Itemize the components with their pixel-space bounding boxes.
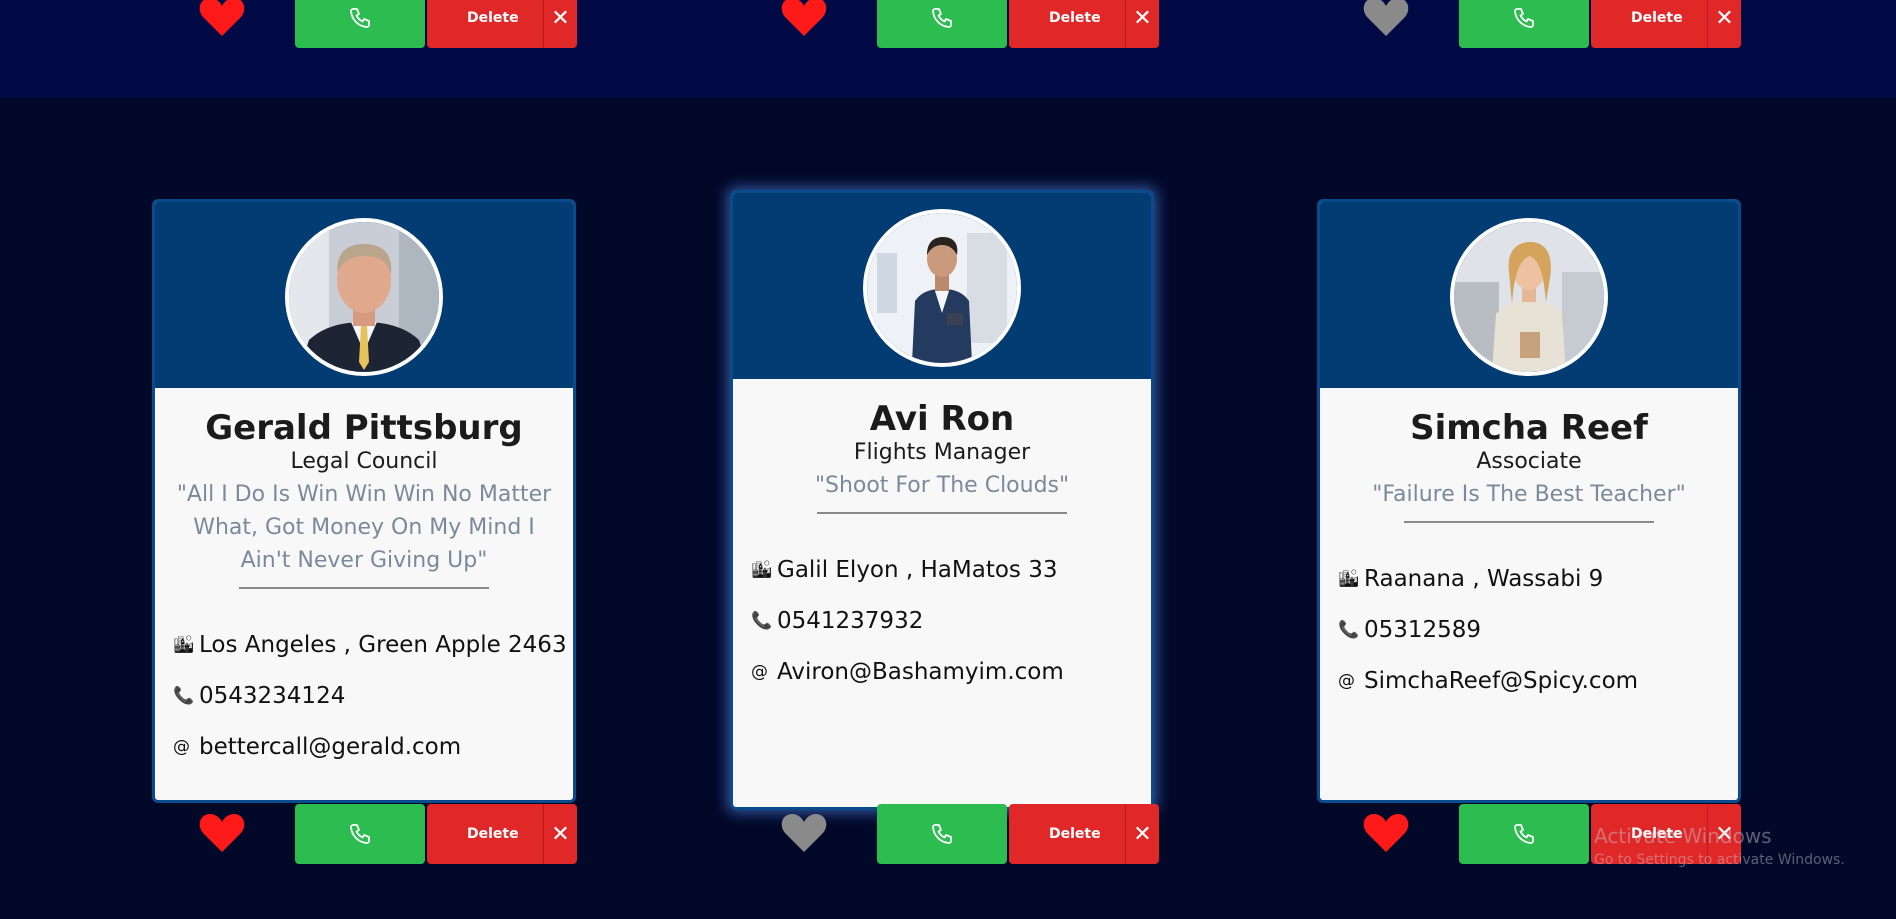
- call-button[interactable]: [877, 804, 1007, 864]
- at-icon: @: [173, 736, 190, 757]
- email-text: SimchaReef@Spicy.com: [1364, 667, 1639, 694]
- delete-button[interactable]: Delete ✕: [1591, 0, 1741, 48]
- contact-card[interactable]: Gerald Pittsburg Legal Council "All I Do…: [152, 199, 576, 803]
- contact-quote: "Shoot For The Clouds": [814, 473, 1070, 498]
- address-row: 🏙 Los Angeles , Green Apple 2463: [173, 619, 573, 670]
- phone-row: 📞 0543234124: [173, 670, 573, 721]
- at-icon: @: [1338, 670, 1355, 691]
- contact-title: Flights Manager: [853, 440, 1031, 465]
- card-actions-2: Delete ✕: [780, 804, 1160, 864]
- avatar: [1450, 218, 1608, 376]
- address-text: Galil Elyon , HaMatos 33: [777, 556, 1058, 583]
- contact-title: Legal Council: [290, 449, 438, 474]
- delete-button[interactable]: Delete ✕: [1009, 804, 1159, 864]
- call-button[interactable]: [1459, 0, 1589, 48]
- avatar-photo: [289, 222, 439, 372]
- close-icon[interactable]: ✕: [1707, 0, 1741, 48]
- phone-text: 0543234124: [199, 682, 346, 709]
- address-row: 🏙 Galil Elyon , HaMatos 33: [751, 544, 1151, 595]
- address-row: 🏙 Raanana , Wassabi 9: [1338, 553, 1738, 604]
- card-header: [1320, 202, 1738, 388]
- contact-name: Simcha Reef: [1410, 408, 1648, 448]
- avatar-photo: [1454, 222, 1604, 372]
- phone-icon: [350, 8, 370, 28]
- phone-row: 📞 05312589: [1338, 604, 1738, 655]
- address-text: Raanana , Wassabi 9: [1364, 565, 1604, 592]
- card-actions-1: Delete ✕: [198, 804, 578, 864]
- call-button[interactable]: [1459, 804, 1589, 864]
- card-header: [155, 202, 573, 388]
- close-icon[interactable]: ✕: [543, 0, 577, 48]
- watermark-subtitle: Go to Settings to activate Windows.: [1594, 852, 1845, 868]
- email-row: @ bettercall@gerald.com: [173, 721, 573, 772]
- phone-text: 0541237932: [777, 607, 924, 634]
- contact-details: 🏙 Galil Elyon , HaMatos 33 📞 0541237932 …: [733, 514, 1151, 697]
- heart-icon[interactable]: [198, 810, 246, 854]
- card-body: Simcha Reef Associate "Failure Is The Be…: [1320, 388, 1738, 523]
- contact-card[interactable]: Avi Ron Flights Manager "Shoot For The C…: [730, 190, 1154, 810]
- heart-icon[interactable]: [780, 810, 828, 854]
- phone-row: 📞 0541237932: [751, 595, 1151, 646]
- avatar-photo: [867, 213, 1017, 363]
- at-icon: @: [751, 661, 768, 682]
- contact-name: Avi Ron: [869, 399, 1015, 439]
- delete-button[interactable]: Delete ✕: [427, 804, 577, 864]
- heart-icon[interactable]: [198, 0, 246, 38]
- windows-activation-watermark: Activate Windows Go to Settings to activ…: [1594, 824, 1845, 868]
- contact-quote: "All I Do Is Win Win Win No Matter What,…: [176, 482, 552, 573]
- close-icon[interactable]: ✕: [543, 804, 577, 864]
- call-button[interactable]: [877, 0, 1007, 48]
- phone-icon: [932, 8, 952, 28]
- phone-icon: 📞: [1338, 619, 1360, 640]
- top-actions-2: Delete ✕: [780, 0, 1160, 48]
- card-body: Avi Ron Flights Manager "Shoot For The C…: [733, 379, 1151, 514]
- contact-quote: "Failure Is The Best Teacher": [1372, 482, 1686, 507]
- building-icon: 🏙: [751, 559, 773, 580]
- email-text: Aviron@Bashamyim.com: [777, 658, 1064, 685]
- contact-card[interactable]: Simcha Reef Associate "Failure Is The Be…: [1317, 199, 1741, 803]
- heart-icon[interactable]: [1362, 810, 1410, 854]
- delete-button[interactable]: Delete ✕: [427, 0, 577, 48]
- building-icon: 🏙: [173, 634, 195, 655]
- contact-details: 🏙 Raanana , Wassabi 9 📞 05312589 @ Simch…: [1320, 523, 1738, 706]
- phone-icon: [932, 824, 952, 844]
- heart-icon[interactable]: [1362, 0, 1410, 38]
- address-text: Los Angeles , Green Apple 2463: [199, 631, 567, 658]
- call-button[interactable]: [295, 0, 425, 48]
- close-icon[interactable]: ✕: [1125, 0, 1159, 48]
- email-row: @ Aviron@Bashamyim.com: [751, 646, 1151, 697]
- avatar: [863, 209, 1021, 367]
- top-actions-3: Delete ✕: [1362, 0, 1742, 48]
- heart-icon[interactable]: [780, 0, 828, 38]
- avatar: [285, 218, 443, 376]
- phone-icon: [1514, 8, 1534, 28]
- phone-icon: [1514, 824, 1534, 844]
- contact-title: Associate: [1476, 449, 1582, 474]
- phone-icon: 📞: [751, 610, 773, 631]
- top-actions-1: Delete ✕: [198, 0, 578, 48]
- close-icon[interactable]: ✕: [1125, 804, 1159, 864]
- contact-details: 🏙 Los Angeles , Green Apple 2463 📞 05432…: [155, 589, 573, 772]
- email-row: @ SimchaReef@Spicy.com: [1338, 655, 1738, 706]
- watermark-title: Activate Windows: [1594, 824, 1772, 848]
- delete-button[interactable]: Delete ✕: [1009, 0, 1159, 48]
- email-text: bettercall@gerald.com: [199, 733, 462, 760]
- building-icon: 🏙: [1338, 568, 1360, 589]
- card-header: [733, 193, 1151, 379]
- phone-text: 05312589: [1364, 616, 1482, 643]
- call-button[interactable]: [295, 804, 425, 864]
- phone-icon: [350, 824, 370, 844]
- contact-name: Gerald Pittsburg: [205, 408, 523, 448]
- card-body: Gerald Pittsburg Legal Council "All I Do…: [155, 388, 573, 589]
- phone-icon: 📞: [173, 685, 195, 706]
